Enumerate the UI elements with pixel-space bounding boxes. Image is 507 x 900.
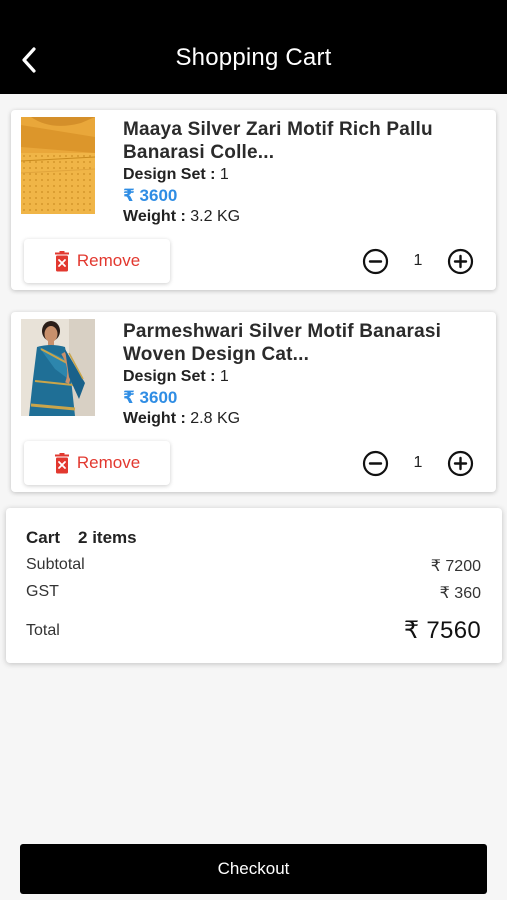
minus-circle-icon[interactable] (362, 248, 389, 275)
remove-button[interactable]: Remove (24, 441, 170, 485)
app-header: Shopping Cart (0, 0, 507, 94)
remove-button[interactable]: Remove (24, 239, 170, 283)
items-count: 2 items (78, 528, 137, 547)
design-set-label: Design Set : (123, 368, 216, 385)
product-name[interactable]: Parmeshwari Silver Motif Banarasi Woven … (123, 320, 482, 366)
trash-icon (54, 250, 69, 271)
plus-circle-icon[interactable] (447, 248, 474, 275)
checkout-button[interactable]: Checkout (20, 844, 487, 894)
cart-label: Cart (26, 528, 61, 547)
cart-item: Maaya Silver Zari Motif Rich Pallu Banar… (11, 110, 496, 290)
plus-circle-icon[interactable] (447, 450, 474, 477)
product-image[interactable] (21, 117, 95, 214)
product-name-line-1: Maaya Silver Zari Motif Rich Pallu (123, 119, 433, 140)
weight-value: 2.8 KG (190, 410, 241, 427)
subtotal-value: ₹ 7200 (430, 558, 481, 575)
product-price: ₹ 3600 (123, 186, 178, 205)
cart-summary: Cart 2 items Subtotal ₹ 7200 GST ₹ 360 To… (6, 508, 502, 663)
product-name-line-2: Woven Design Cat... (123, 344, 310, 365)
design-set: Design Set : 1 (123, 366, 482, 387)
total-row: Total ₹ 7560 (26, 616, 481, 645)
remove-label: Remove (76, 251, 141, 270)
product-name-line-1: Parmeshwari Silver Motif Banarasi (123, 321, 442, 342)
weight: Weight : 3.2 KG (123, 206, 482, 227)
weight-label: Weight : (123, 410, 186, 427)
total-label: Total (26, 621, 60, 639)
quantity-value: 1 (413, 454, 423, 471)
design-set-value: 1 (219, 166, 229, 183)
cart-item: Parmeshwari Silver Motif Banarasi Woven … (11, 312, 496, 492)
weight-value: 3.2 KG (190, 208, 241, 225)
product-price: ₹ 3600 (123, 388, 178, 407)
page-title: Shopping Cart (175, 44, 332, 71)
minus-circle-icon[interactable] (362, 450, 389, 477)
weight-label: Weight : (123, 208, 186, 225)
product-name[interactable]: Maaya Silver Zari Motif Rich Pallu Banar… (123, 118, 482, 164)
product-info: Maaya Silver Zari Motif Rich Pallu Banar… (123, 118, 482, 227)
quantity-stepper: 1 (362, 449, 474, 477)
product-name-line-2: Banarasi Colle... (123, 142, 275, 163)
product-info: Parmeshwari Silver Motif Banarasi Woven … (123, 320, 482, 429)
subtotal-label: Subtotal (26, 556, 85, 573)
trash-icon (54, 452, 69, 473)
remove-label: Remove (76, 453, 141, 472)
total-value: ₹ 7560 (403, 617, 481, 644)
cart-count: Cart 2 items (26, 528, 137, 548)
gst-value: ₹ 360 (439, 585, 481, 602)
design-set-value: 1 (219, 368, 229, 385)
design-set: Design Set : 1 (123, 164, 482, 185)
gst-label: GST (26, 583, 59, 600)
weight: Weight : 2.8 KG (123, 408, 482, 429)
design-set-label: Design Set : (123, 166, 216, 183)
quantity-stepper: 1 (362, 247, 474, 275)
quantity-value: 1 (413, 252, 423, 269)
gst-row: GST ₹ 360 (26, 583, 481, 603)
product-image[interactable] (21, 319, 95, 416)
subtotal-row: Subtotal ₹ 7200 (26, 556, 481, 576)
